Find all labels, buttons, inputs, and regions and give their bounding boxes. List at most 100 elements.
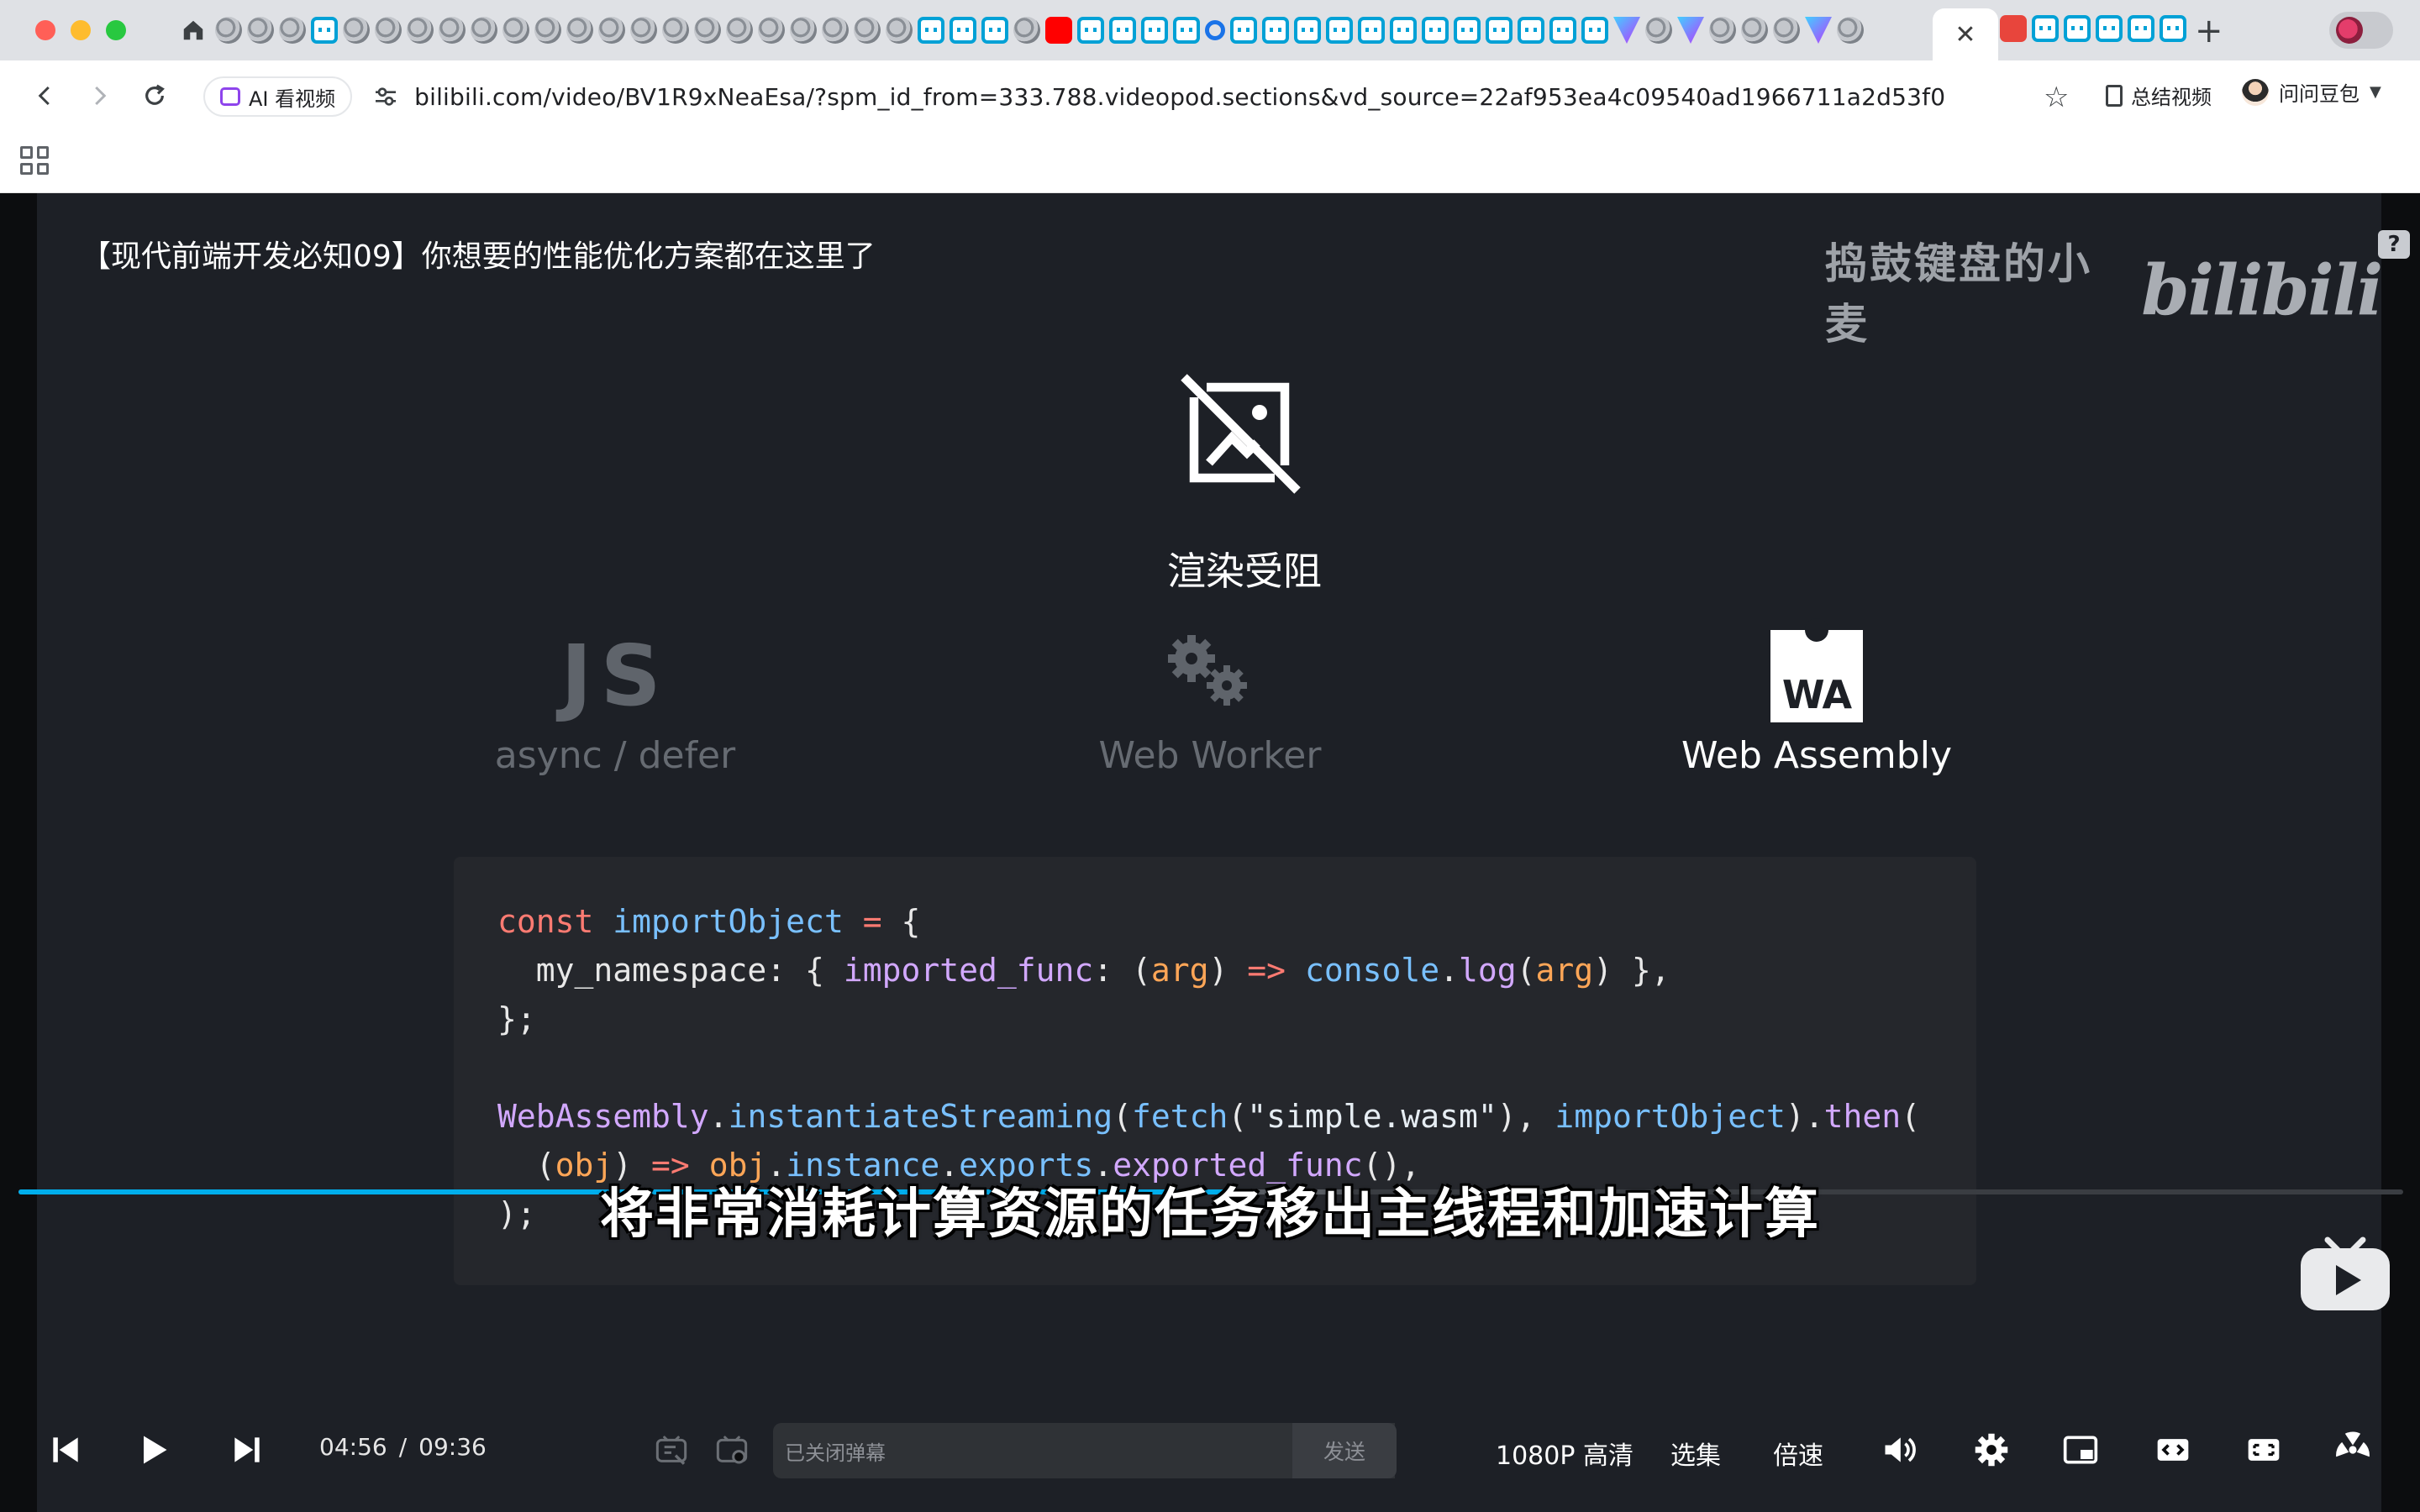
dev-tab-favicon-icon[interactable] [2000,15,2027,42]
search-tab-favicon-icon[interactable] [1205,20,1225,40]
globe-tab-favicon-icon[interactable] [662,17,689,44]
globe-tab-favicon-icon[interactable] [534,17,561,44]
bili-tab-favicon-icon[interactable] [918,17,944,44]
tech-label: Web Assembly [1681,734,1952,777]
bili-tab-favicon-icon[interactable] [311,17,338,44]
video-player[interactable]: 【现代前端开发必知09】你想要的性能优化方案都在这里了 捣鼓键盘的小麦 bili… [0,193,2420,1512]
ask-doubao-button[interactable]: 问问豆包 ▼ [2242,77,2381,107]
bili-tab-favicon-icon[interactable] [1109,17,1136,44]
globe-tab-favicon-icon[interactable] [630,17,657,44]
globe-tab-favicon-icon[interactable] [1013,17,1040,44]
globe-tab-favicon-icon[interactable] [439,17,466,44]
globe-tab-favicon-icon[interactable] [886,17,913,44]
bookmark-star-icon[interactable]: ☆ [2044,81,2069,114]
close-tab-icon[interactable]: ✕ [1954,20,1975,50]
fullscreen-button[interactable] [2334,1428,2371,1472]
back-button[interactable] [29,79,62,113]
yt-tab-favicon-icon[interactable] [1045,17,1072,44]
playback-speed-button[interactable]: 倍速 [1773,1435,1823,1472]
bili-tab-favicon-icon[interactable] [1549,17,1576,44]
web-fullscreen-button[interactable] [2245,1428,2282,1472]
settings-button[interactable] [1973,1428,2010,1472]
bili-tab-favicon-icon[interactable] [1486,17,1512,44]
bili-tab-favicon-icon[interactable] [2064,15,2091,42]
bili-tab-favicon-icon[interactable] [981,17,1008,44]
volume-button[interactable] [1881,1428,1918,1472]
bili-tab-favicon-icon[interactable] [1422,17,1449,44]
danmaku-settings-icon[interactable] [714,1433,750,1467]
zoom-window-button[interactable] [106,20,126,40]
new-tab-button[interactable]: + [2195,12,2223,50]
globe-tab-favicon-icon[interactable] [566,17,593,44]
forward-button[interactable] [82,79,116,113]
omnibox[interactable]: AI 看视频 bilibili.com/video/BV1R9xNeaEsa/?… [198,72,2081,121]
bili-tab-favicon-icon[interactable] [1173,17,1200,44]
globe-tab-favicon-icon[interactable] [215,17,242,44]
globe-tab-favicon-icon[interactable] [1645,17,1672,44]
bili-tab-favicon-icon[interactable] [1262,17,1289,44]
next-button[interactable] [229,1428,266,1472]
globe-tab-favicon-icon[interactable] [343,17,370,44]
bili-tab-favicon-icon[interactable] [1141,17,1168,44]
globe-tab-favicon-icon[interactable] [1709,17,1736,44]
bili-tab-favicon-icon[interactable] [1230,17,1257,44]
globe-tab-favicon-icon[interactable] [407,17,434,44]
globe-tab-favicon-icon[interactable] [1741,17,1768,44]
summarize-video-button[interactable]: 总结视频 [2106,81,2212,110]
bili-tab-favicon-icon[interactable] [1390,17,1417,44]
play-button[interactable] [134,1428,171,1472]
send-danmaku-button[interactable]: 发送 [1292,1423,1397,1478]
code-line: my_namespace: { imported_func: (arg) => … [497,946,1933,995]
globe-tab-favicon-icon[interactable] [247,17,274,44]
code-line: }; [497,995,1933,1043]
bili-tab-favicon-icon[interactable] [1077,17,1104,44]
site-settings-icon[interactable] [372,83,399,110]
help-icon[interactable]: ? [2378,230,2410,259]
bili-tab-favicon-icon[interactable] [1454,17,1481,44]
bili-tab-favicon-icon[interactable] [1294,17,1321,44]
globe-tab-favicon-icon[interactable] [854,17,881,44]
globe-tab-favicon-icon[interactable] [375,17,402,44]
close-window-button[interactable] [35,20,55,40]
globe-tab-favicon-icon[interactable] [471,17,497,44]
bili-tab-favicon-icon[interactable] [1581,17,1608,44]
globe-tab-favicon-icon[interactable] [502,17,529,44]
bili-tab-favicon-icon[interactable] [1358,17,1385,44]
bili-tab-favicon-icon[interactable] [2096,15,2123,42]
bili-tab-favicon-icon[interactable] [2032,15,2059,42]
widescreen-button[interactable] [2154,1428,2191,1472]
globe-tab-favicon-icon[interactable] [279,17,306,44]
reload-button[interactable] [138,79,171,113]
code-token: ( [1228,1098,1248,1135]
quality-selector[interactable]: 1080P 高清 [1496,1435,1634,1472]
vite-tab-favicon-icon[interactable] [1613,17,1640,44]
vite-tab-favicon-icon[interactable] [1805,17,1832,44]
apps-grid-icon[interactable] [20,146,49,175]
picture-in-picture-button[interactable] [2062,1428,2099,1472]
bili-tab-favicon-icon[interactable] [2128,15,2154,42]
episodes-button[interactable]: 选集 [1670,1435,1721,1472]
ai-watch-video-chip[interactable]: AI 看视频 [203,76,353,117]
globe-tab-favicon-icon[interactable] [758,17,785,44]
url-text[interactable]: bilibili.com/video/BV1R9xNeaEsa/?spm_id_… [414,83,1945,111]
globe-tab-favicon-icon[interactable] [726,17,753,44]
danmaku-toggle-icon[interactable] [654,1433,689,1467]
minimize-window-button[interactable] [71,20,91,40]
bili-tab-favicon-icon[interactable] [2160,15,2186,42]
globe-tab-favicon-icon[interactable] [694,17,721,44]
vite-tab-favicon-icon[interactable] [1677,17,1704,44]
profile-button[interactable] [2329,12,2393,49]
globe-tab-favicon-icon[interactable] [598,17,625,44]
bili-tab-favicon-icon[interactable] [1518,17,1544,44]
globe-tab-favicon-icon[interactable] [822,17,849,44]
globe-tab-favicon-icon[interactable] [790,17,817,44]
previous-button[interactable] [47,1428,84,1472]
globe-tab-favicon-icon[interactable] [1773,17,1800,44]
active-tab[interactable]: ✕ [1933,8,1998,60]
bili-tab-favicon-icon[interactable] [1326,17,1353,44]
bili-tab-favicon-icon[interactable] [950,17,976,44]
watermark-uploader-name: 捣鼓键盘的小麦 [1825,239,2092,349]
globe-tab-favicon-icon[interactable] [1837,17,1864,44]
home-icon[interactable] [178,15,208,45]
code-token: => [1247,952,1286,989]
